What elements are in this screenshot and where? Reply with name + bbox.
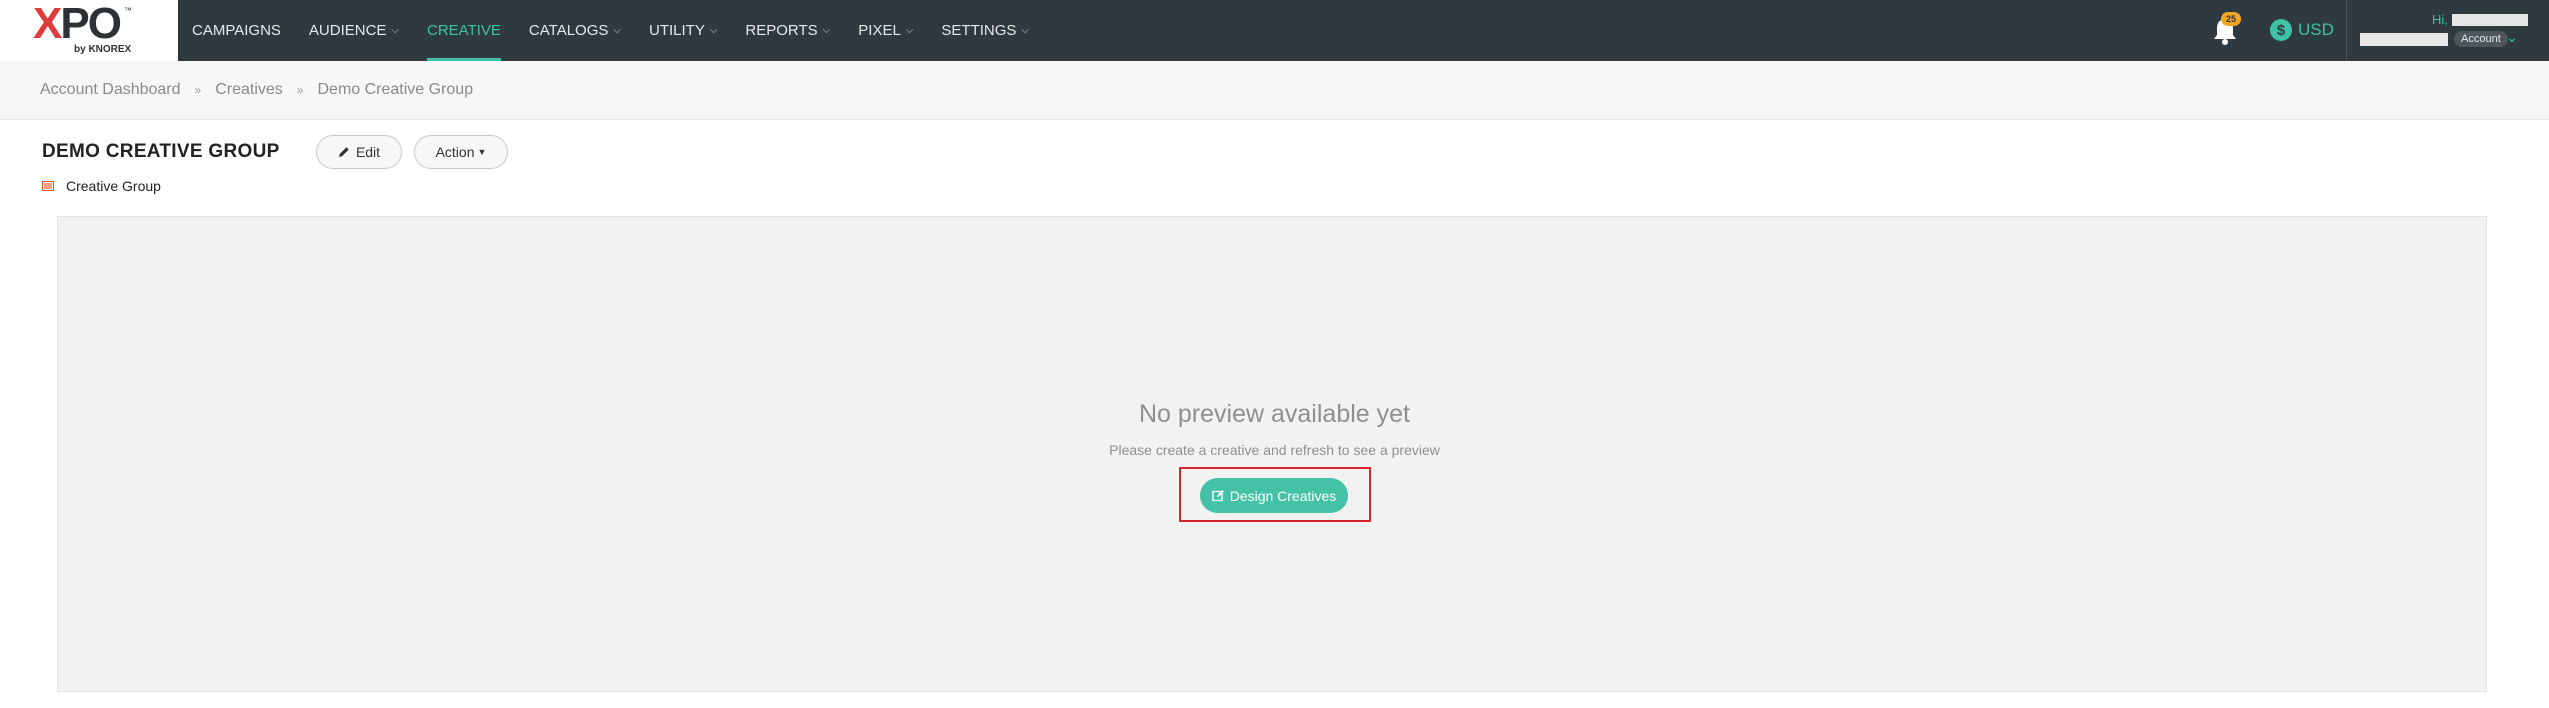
logo-trademark: ™ bbox=[124, 6, 132, 15]
breadcrumb-demo-creative-group: Demo Creative Group bbox=[317, 81, 474, 98]
redacted-account-name bbox=[2360, 33, 2448, 46]
logo-wordmark: XPO bbox=[33, 0, 122, 48]
breadcrumb: Account Dashboard » Creatives » Demo Cre… bbox=[40, 81, 473, 99]
edit-button[interactable]: Edit bbox=[316, 135, 402, 169]
caret-down-icon: ▼ bbox=[477, 147, 487, 157]
nav-label: UTILITY bbox=[648, 22, 705, 39]
empty-state-subtitle: Please create a creative and refresh to … bbox=[1109, 442, 1440, 458]
redacted-username bbox=[2452, 14, 2528, 26]
edit-square-icon bbox=[1211, 490, 1224, 502]
logo-letter-x: X bbox=[33, 0, 62, 48]
image-icon bbox=[42, 181, 54, 191]
nav-label: AUDIENCE bbox=[308, 22, 387, 39]
chevron-down-icon: ⌵ bbox=[1021, 25, 1029, 36]
notification-badge: 25 bbox=[2221, 12, 2241, 26]
nav-label: REPORTS bbox=[745, 22, 818, 39]
design-creatives-button[interactable]: Design Creatives bbox=[1200, 478, 1348, 513]
nav-label: CREATIVE bbox=[427, 22, 501, 39]
nav-label: CATALOGS bbox=[528, 22, 609, 39]
breadcrumb-creatives[interactable]: Creatives bbox=[215, 81, 283, 99]
nav-label: SETTINGS bbox=[941, 22, 1017, 39]
chevron-down-icon[interactable]: ⌄ bbox=[2506, 29, 2518, 46]
logo[interactable]: XPO ™ by KNOREX bbox=[0, 0, 178, 61]
divider bbox=[2346, 0, 2347, 61]
chevron-down-icon: ⌵ bbox=[613, 25, 621, 36]
nav-pixel[interactable]: PIXEL ⌵ bbox=[844, 0, 927, 61]
empty-state-title: No preview available yet bbox=[1139, 400, 1410, 428]
nav-creative[interactable]: CREATIVE bbox=[413, 0, 515, 61]
chevron-down-icon: ⌵ bbox=[822, 25, 831, 36]
account-badge[interactable]: Account bbox=[2454, 31, 2508, 47]
top-navbar: XPO ™ by KNOREX CAMPAIGNS AUDIENCE ⌵ CRE… bbox=[0, 0, 2549, 61]
logo-letters-po: PO bbox=[60, 0, 122, 48]
chevron-down-icon: ⌵ bbox=[905, 25, 914, 36]
logo-subtitle: by KNOREX bbox=[74, 44, 132, 55]
group-type-label: Creative Group bbox=[66, 178, 161, 194]
page-title: DEMO CREATIVE GROUP bbox=[42, 141, 280, 162]
group-type: Creative Group bbox=[42, 178, 161, 194]
nav-reports[interactable]: REPORTS ⌵ bbox=[731, 0, 844, 61]
breadcrumb-separator: » bbox=[194, 83, 202, 97]
breadcrumb-account-dashboard[interactable]: Account Dashboard bbox=[40, 81, 181, 99]
currency-code: USD bbox=[2298, 20, 2334, 39]
action-button-label: Action bbox=[435, 144, 475, 160]
nav-settings[interactable]: SETTINGS ⌵ bbox=[927, 0, 1043, 61]
nav-campaigns[interactable]: CAMPAIGNS bbox=[178, 0, 295, 61]
nav-audience[interactable]: AUDIENCE ⌵ bbox=[295, 0, 413, 61]
chevron-down-icon: ⌵ bbox=[391, 25, 400, 36]
breadcrumb-bar: Account Dashboard » Creatives » Demo Cre… bbox=[0, 61, 2549, 120]
pencil-icon bbox=[338, 147, 349, 157]
nav-catalogs[interactable]: CATALOGS ⌵ bbox=[515, 0, 635, 61]
edit-button-label: Edit bbox=[355, 144, 381, 160]
greeting: Hi, bbox=[2432, 12, 2448, 27]
nav-utility[interactable]: UTILITY ⌵ bbox=[635, 0, 731, 61]
currency-selector[interactable]: $ USD bbox=[2270, 19, 2334, 41]
breadcrumb-separator: » bbox=[296, 83, 304, 97]
dollar-coin-icon: $ bbox=[2270, 19, 2292, 41]
design-creatives-label: Design Creatives bbox=[1229, 487, 1337, 504]
nav-label: CAMPAIGNS bbox=[192, 22, 281, 39]
action-dropdown-button[interactable]: Action ▼ bbox=[414, 135, 508, 169]
nav-label: PIXEL bbox=[858, 22, 901, 39]
main-nav: CAMPAIGNS AUDIENCE ⌵ CREATIVE CATALOGS ⌵… bbox=[178, 0, 1043, 61]
chevron-down-icon: ⌵ bbox=[709, 25, 718, 36]
